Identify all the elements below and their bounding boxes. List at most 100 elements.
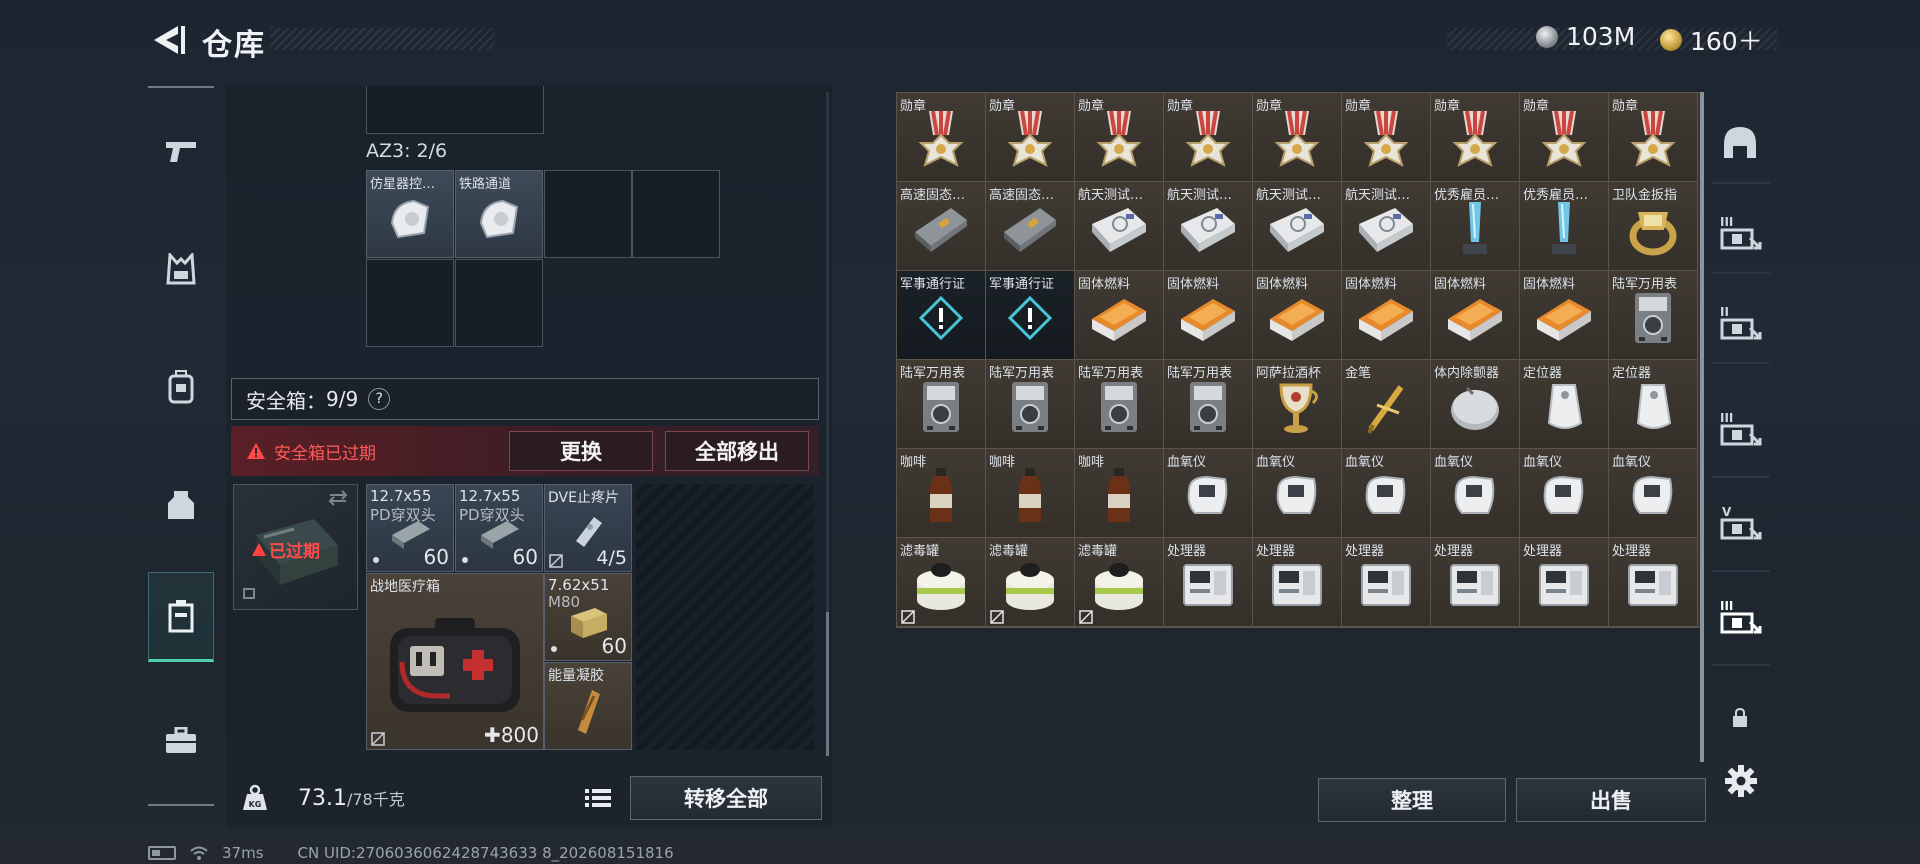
currency-gold[interactable]: 160＋ [1660,22,1763,58]
warehouse-item-oxi[interactable]: 血氧仪 [1520,449,1609,538]
warehouse-item-trophy[interactable]: 优秀雇员… [1431,182,1520,271]
warehouse-item-filter[interactable]: 滤毒罐 [1075,538,1164,627]
warehouse-item-meter[interactable]: 陆军万用表 [897,360,986,449]
warehouse-item-meter[interactable]: 陆军万用表 [1609,271,1698,360]
warehouse-item-oxi[interactable]: 血氧仪 [1342,449,1431,538]
warehouse-item-filter[interactable]: 滤毒罐 [986,538,1075,627]
tab-storage-1[interactable]: III [1718,210,1762,254]
warehouse-item-oxi[interactable]: 血氧仪 [1431,449,1520,538]
tab-storage-3[interactable]: III [1718,406,1762,450]
safebox-item-ammo[interactable]: 12.7x55 PD穿双头 60 [366,484,454,572]
warehouse-item-cup[interactable]: 阿萨拉酒杯 [1253,360,1342,449]
sort-button[interactable]: 整理 [1318,778,1506,822]
warehouse-item-fuel[interactable]: 固体燃料 [1342,271,1431,360]
tab-storage-5[interactable]: III [1718,594,1762,638]
item-label: 血氧仪 [1256,455,1296,470]
ssd-icon [909,202,973,260]
safebox-item-painkiller[interactable]: DVE止疼片 4/5 [544,484,632,572]
warehouse-item-tester[interactable]: 航天测试… [1075,182,1164,271]
warehouse-item-tag[interactable]: 定位器 [1609,360,1698,449]
safebox-item-energy-gel[interactable]: 能量凝胶 [544,662,632,750]
warehouse-item-filter[interactable]: 滤毒罐 [897,538,986,627]
left-scrollbar-thumb[interactable] [826,612,829,756]
nav-weapon[interactable] [148,106,214,196]
container-label: AZ3: 2/6 [366,140,448,162]
sell-button[interactable]: 出售 [1516,778,1706,822]
warehouse-item-meter[interactable]: 陆军万用表 [986,360,1075,449]
container-slot[interactable] [455,259,543,347]
warehouse-item-tester[interactable]: 航天测试… [1342,182,1431,271]
help-icon[interactable]: ? [368,388,391,410]
warehouse-item-fuel[interactable]: 固体燃料 [1431,271,1520,360]
item-label: 血氧仪 [1523,455,1563,470]
warehouse-item-oxi[interactable]: 血氧仪 [1164,449,1253,538]
warehouse-item-oxi[interactable]: 血氧仪 [1609,449,1698,538]
container-item[interactable]: 铁路通道 [455,170,543,258]
warehouse-item-trophy[interactable]: 优秀雇员… [1520,182,1609,271]
nav-rig[interactable] [148,460,214,550]
warehouse-item-ring[interactable]: 卫队金扳指 [1609,182,1698,271]
warehouse-item-medal[interactable]: 勋章 [1075,93,1164,182]
warehouse-item-ssd[interactable]: 高速固态… [986,182,1075,271]
move-all-out-button[interactable]: 全部移出 [665,431,809,471]
warehouse-item-pass[interactable]: 军事通行证 [897,271,986,360]
nav-vest[interactable] [148,224,214,314]
nav-toolbox[interactable] [148,696,214,786]
warehouse-item-pass[interactable]: 军事通行证 [986,271,1075,360]
warehouse-item-fuel[interactable]: 固体燃料 [1075,271,1164,360]
warehouse-item-bottle[interactable]: 咖啡 [897,449,986,538]
warehouse-item-cpu[interactable]: 处理器 [1342,538,1431,627]
storage-tab-5-icon: III [1720,599,1762,634]
warehouse-item-medal[interactable]: 勋章 [897,93,986,182]
warehouse-item-fuel[interactable]: 固体燃料 [1520,271,1609,360]
medal-icon [1178,109,1238,175]
settings-button[interactable] [1722,762,1760,800]
safebox-item-medkit[interactable]: 战地医疗箱 ✚800 [366,573,544,750]
nav-backpack[interactable] [148,342,214,432]
container-item[interactable]: 仿星器控… [366,170,454,258]
warehouse-item-medal[interactable]: 勋章 [1520,93,1609,182]
warehouse-item-medal[interactable]: 勋章 [1609,93,1698,182]
warehouse-item-medal[interactable]: 勋章 [1253,93,1342,182]
back-button[interactable] [148,22,186,58]
warehouse-item-oxi[interactable]: 血氧仪 [1253,449,1342,538]
warehouse-item-tag[interactable]: 定位器 [1520,360,1609,449]
warehouse-item-meter[interactable]: 陆军万用表 [1164,360,1253,449]
warehouse-item-disc[interactable]: 体内除颤器 [1431,360,1520,449]
warehouse-item-cpu[interactable]: 处理器 [1164,538,1253,627]
warehouse-item-bottle[interactable]: 咖啡 [986,449,1075,538]
warehouse-item-medal[interactable]: 勋章 [1431,93,1520,182]
transfer-all-button[interactable]: 转移全部 [630,776,822,820]
container-slot[interactable] [366,259,454,347]
warehouse-item-cpu[interactable]: 处理器 [1520,538,1609,627]
warehouse-item-meter[interactable]: 陆军万用表 [1075,360,1164,449]
warehouse-item-medal[interactable]: 勋章 [1164,93,1253,182]
warehouse-item-bottle[interactable]: 咖啡 [1075,449,1164,538]
warehouse-item-pen[interactable]: 金笔 [1342,360,1431,449]
tab-storage-2[interactable]: II [1718,300,1762,344]
tab-helmet[interactable] [1718,120,1762,164]
warehouse-item-medal[interactable]: 勋章 [986,93,1075,182]
warehouse-item-tester[interactable]: 航天测试… [1164,182,1253,271]
cpu-icon [1358,559,1414,615]
safebox-item-ammo[interactable]: 7.62x51 M80 60 [544,573,632,661]
warehouse-item-fuel[interactable]: 固体燃料 [1164,271,1253,360]
warehouse-item-cpu[interactable]: 处理器 [1431,538,1520,627]
safebox-item-ammo[interactable]: 12.7x55 PD穿双头 60 [455,484,543,572]
warehouse-item-tester[interactable]: 航天测试… [1253,182,1342,271]
tab-storage-4[interactable]: V [1718,500,1762,544]
safebox-card[interactable]: 已过期 [233,484,358,610]
warehouse-item-cpu[interactable]: 处理器 [1609,538,1698,627]
warehouse-item-cpu[interactable]: 处理器 [1253,538,1342,627]
replace-button[interactable]: 更换 [509,431,653,471]
list-view-button[interactable] [580,778,616,818]
warehouse-item-fuel[interactable]: 固体燃料 [1253,271,1342,360]
expired-stamp: 已过期 [252,537,320,562]
warehouse-item-medal[interactable]: 勋章 [1342,93,1431,182]
tab-locked[interactable] [1718,696,1762,740]
right-scrollbar-thumb[interactable] [1700,92,1704,762]
warehouse-item-ssd[interactable]: 高速固态… [897,182,986,271]
nav-safebox[interactable] [148,572,214,662]
container-slot[interactable] [544,170,632,258]
container-slot[interactable] [632,170,720,258]
